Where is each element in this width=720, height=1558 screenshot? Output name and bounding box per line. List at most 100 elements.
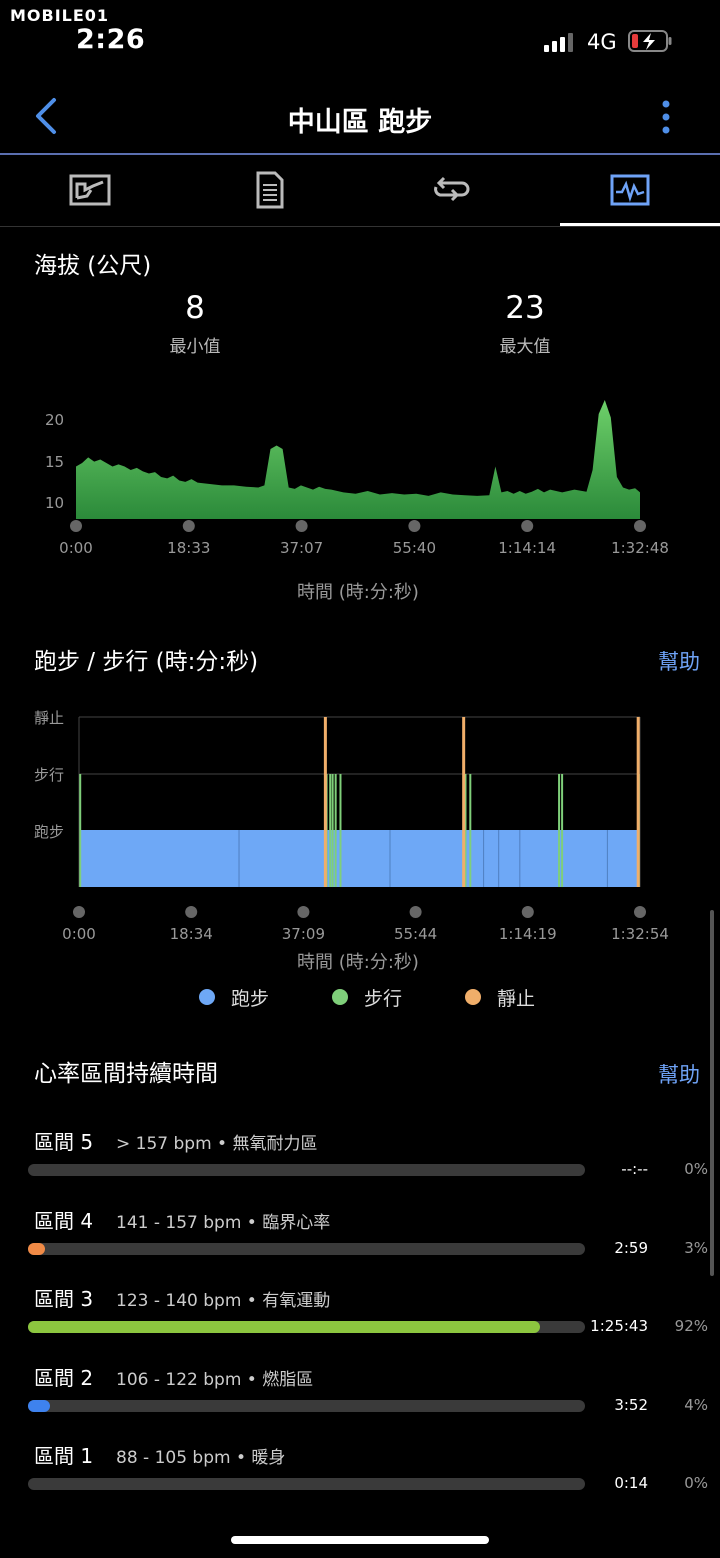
run-walk-x-tick: 37:09 [281, 925, 325, 943]
elevation-x-tick-dot [521, 520, 534, 532]
more-options-button[interactable] [654, 96, 678, 140]
walk-mark [561, 774, 564, 887]
run-walk-chart [73, 716, 646, 918]
zone-time: 3:52 [614, 1395, 648, 1414]
zone-progress-fill [28, 1399, 51, 1412]
document-icon [256, 171, 284, 209]
elevation-x-axis-title: 時間 (時:分:秒) [297, 582, 419, 603]
zone-name: 區間 1 [34, 1444, 94, 1468]
zone-range: 141 - 157 bpm • 臨界心率 [116, 1212, 331, 1233]
run-walk-x-axis-title: 時間 (時:分:秒) [297, 952, 419, 973]
walk-mark [469, 774, 472, 887]
zone-name: 區間 2 [34, 1365, 94, 1390]
run-walk-x-tick-dot [521, 906, 534, 918]
zone-percent: 0% [684, 1160, 708, 1178]
run-walk-x-tick-dot [73, 906, 85, 918]
stop-mark [462, 717, 466, 887]
elevation-max-label: 最大值 [499, 337, 551, 357]
zone-range: 123 - 140 bpm • 有氧運動 [116, 1291, 331, 1311]
elevation-x-tick: 18:33 [167, 539, 211, 557]
zone-name: 區間 4 [34, 1208, 94, 1233]
laps-icon [434, 176, 470, 202]
network-type: 4G [587, 30, 617, 54]
zone-range: > 157 bpm • 無氧耐力區 [116, 1134, 318, 1154]
elevation-x-tick-dot [70, 520, 82, 532]
walk-mark [334, 774, 337, 887]
elevation-x-tick-dot [295, 520, 308, 532]
zone-range: 88 - 105 bpm • 暖身 [116, 1448, 286, 1468]
active-tab-indicator [560, 223, 720, 226]
elevation-x-tick-dot [182, 520, 195, 532]
zone-time: 1:25:43 [590, 1317, 648, 1335]
run-walk-x-tick-dot [185, 906, 198, 918]
tab-charts[interactable] [540, 155, 720, 225]
elevation-x-tick: 0:00 [59, 539, 93, 557]
run-walk-title: 跑步 / 步行 (時:分:秒) [34, 649, 259, 675]
zone-time: 0:14 [614, 1474, 648, 1492]
legend-dot-walk [332, 989, 348, 1005]
hr-zones-help-link[interactable]: 幫助 [658, 1059, 700, 1089]
signal-icon [544, 33, 573, 52]
map-icon [69, 174, 111, 206]
elevation-chart [70, 400, 646, 532]
elevation-max-value: 23 [505, 290, 545, 326]
legend-label-run: 跑步 [231, 988, 270, 1010]
legend-dot-run [199, 989, 215, 1005]
zone-progress-track [28, 1242, 585, 1255]
elevation-min-value: 8 [185, 290, 205, 326]
elevation-x-tick: 1:32:48 [611, 539, 669, 557]
elevation-x-tick-dot [408, 520, 421, 532]
run-walk-help-link[interactable]: 幫助 [658, 646, 700, 676]
walk-mark [339, 774, 342, 887]
zone-time: --:-- [621, 1160, 648, 1178]
zone-name: 區間 3 [34, 1287, 94, 1311]
zone-progress-track [28, 1321, 585, 1333]
run-walk-x-tick-dot [409, 906, 422, 918]
stop-mark [636, 717, 640, 887]
legend-label-walk: 步行 [364, 988, 403, 1010]
run-walk-x-tick: 18:34 [169, 925, 213, 943]
zone-progress-track [28, 1164, 585, 1176]
page-title: 中山區 跑步 [287, 107, 433, 138]
home-indicator[interactable] [231, 1536, 489, 1544]
run-walk-x-tick-dot [297, 906, 310, 918]
run-walk-x-tick: 1:32:54 [611, 925, 669, 943]
run-segment [80, 830, 638, 887]
tab-laps[interactable] [360, 155, 540, 225]
run-walk-x-tick: 0:00 [62, 925, 96, 943]
run-walk-x-tick: 55:44 [393, 925, 438, 943]
scrollbar[interactable] [710, 910, 714, 1276]
stop-mark [323, 717, 327, 887]
status-time: 2:26 [76, 24, 146, 55]
zone-progress-fill [28, 1242, 45, 1255]
zone-time: 2:59 [614, 1238, 648, 1257]
elevation-min-label: 最小值 [169, 337, 221, 357]
legend-label-stop: 靜止 [497, 988, 536, 1010]
elevation-area [76, 400, 640, 519]
tabs-divider [0, 226, 720, 227]
battery-icon [628, 30, 672, 52]
watermark: MOBILE01 [10, 6, 110, 25]
walk-mark [79, 774, 82, 887]
hr-zones-title: 心率區間持續時間 [34, 1061, 218, 1087]
zone-progress-fill [28, 1321, 541, 1333]
walk-mark [331, 774, 334, 887]
elevation-title: 海拔 (公尺) [34, 253, 152, 279]
chart-icon [610, 174, 650, 206]
zone-percent: 4% [684, 1395, 708, 1414]
run-walk-x-tick-dot [634, 906, 646, 918]
zone-percent: 92% [674, 1317, 708, 1335]
zone-percent: 0% [684, 1474, 708, 1492]
legend-dot-stop [465, 989, 481, 1005]
run-walk-x-tick: 1:14:19 [498, 925, 557, 943]
zone-range: 106 - 122 bpm • 燃脂區 [116, 1369, 314, 1390]
tab-map[interactable] [0, 155, 180, 225]
zone-name: 區間 5 [34, 1130, 94, 1154]
tab-details[interactable] [180, 155, 360, 225]
walk-mark [329, 774, 332, 887]
walk-mark [558, 774, 561, 887]
elevation-x-tick: 55:40 [392, 539, 436, 557]
tab-bar [0, 155, 720, 225]
elevation-x-tick: 1:14:14 [498, 539, 557, 557]
zone-progress-track [28, 1399, 585, 1412]
